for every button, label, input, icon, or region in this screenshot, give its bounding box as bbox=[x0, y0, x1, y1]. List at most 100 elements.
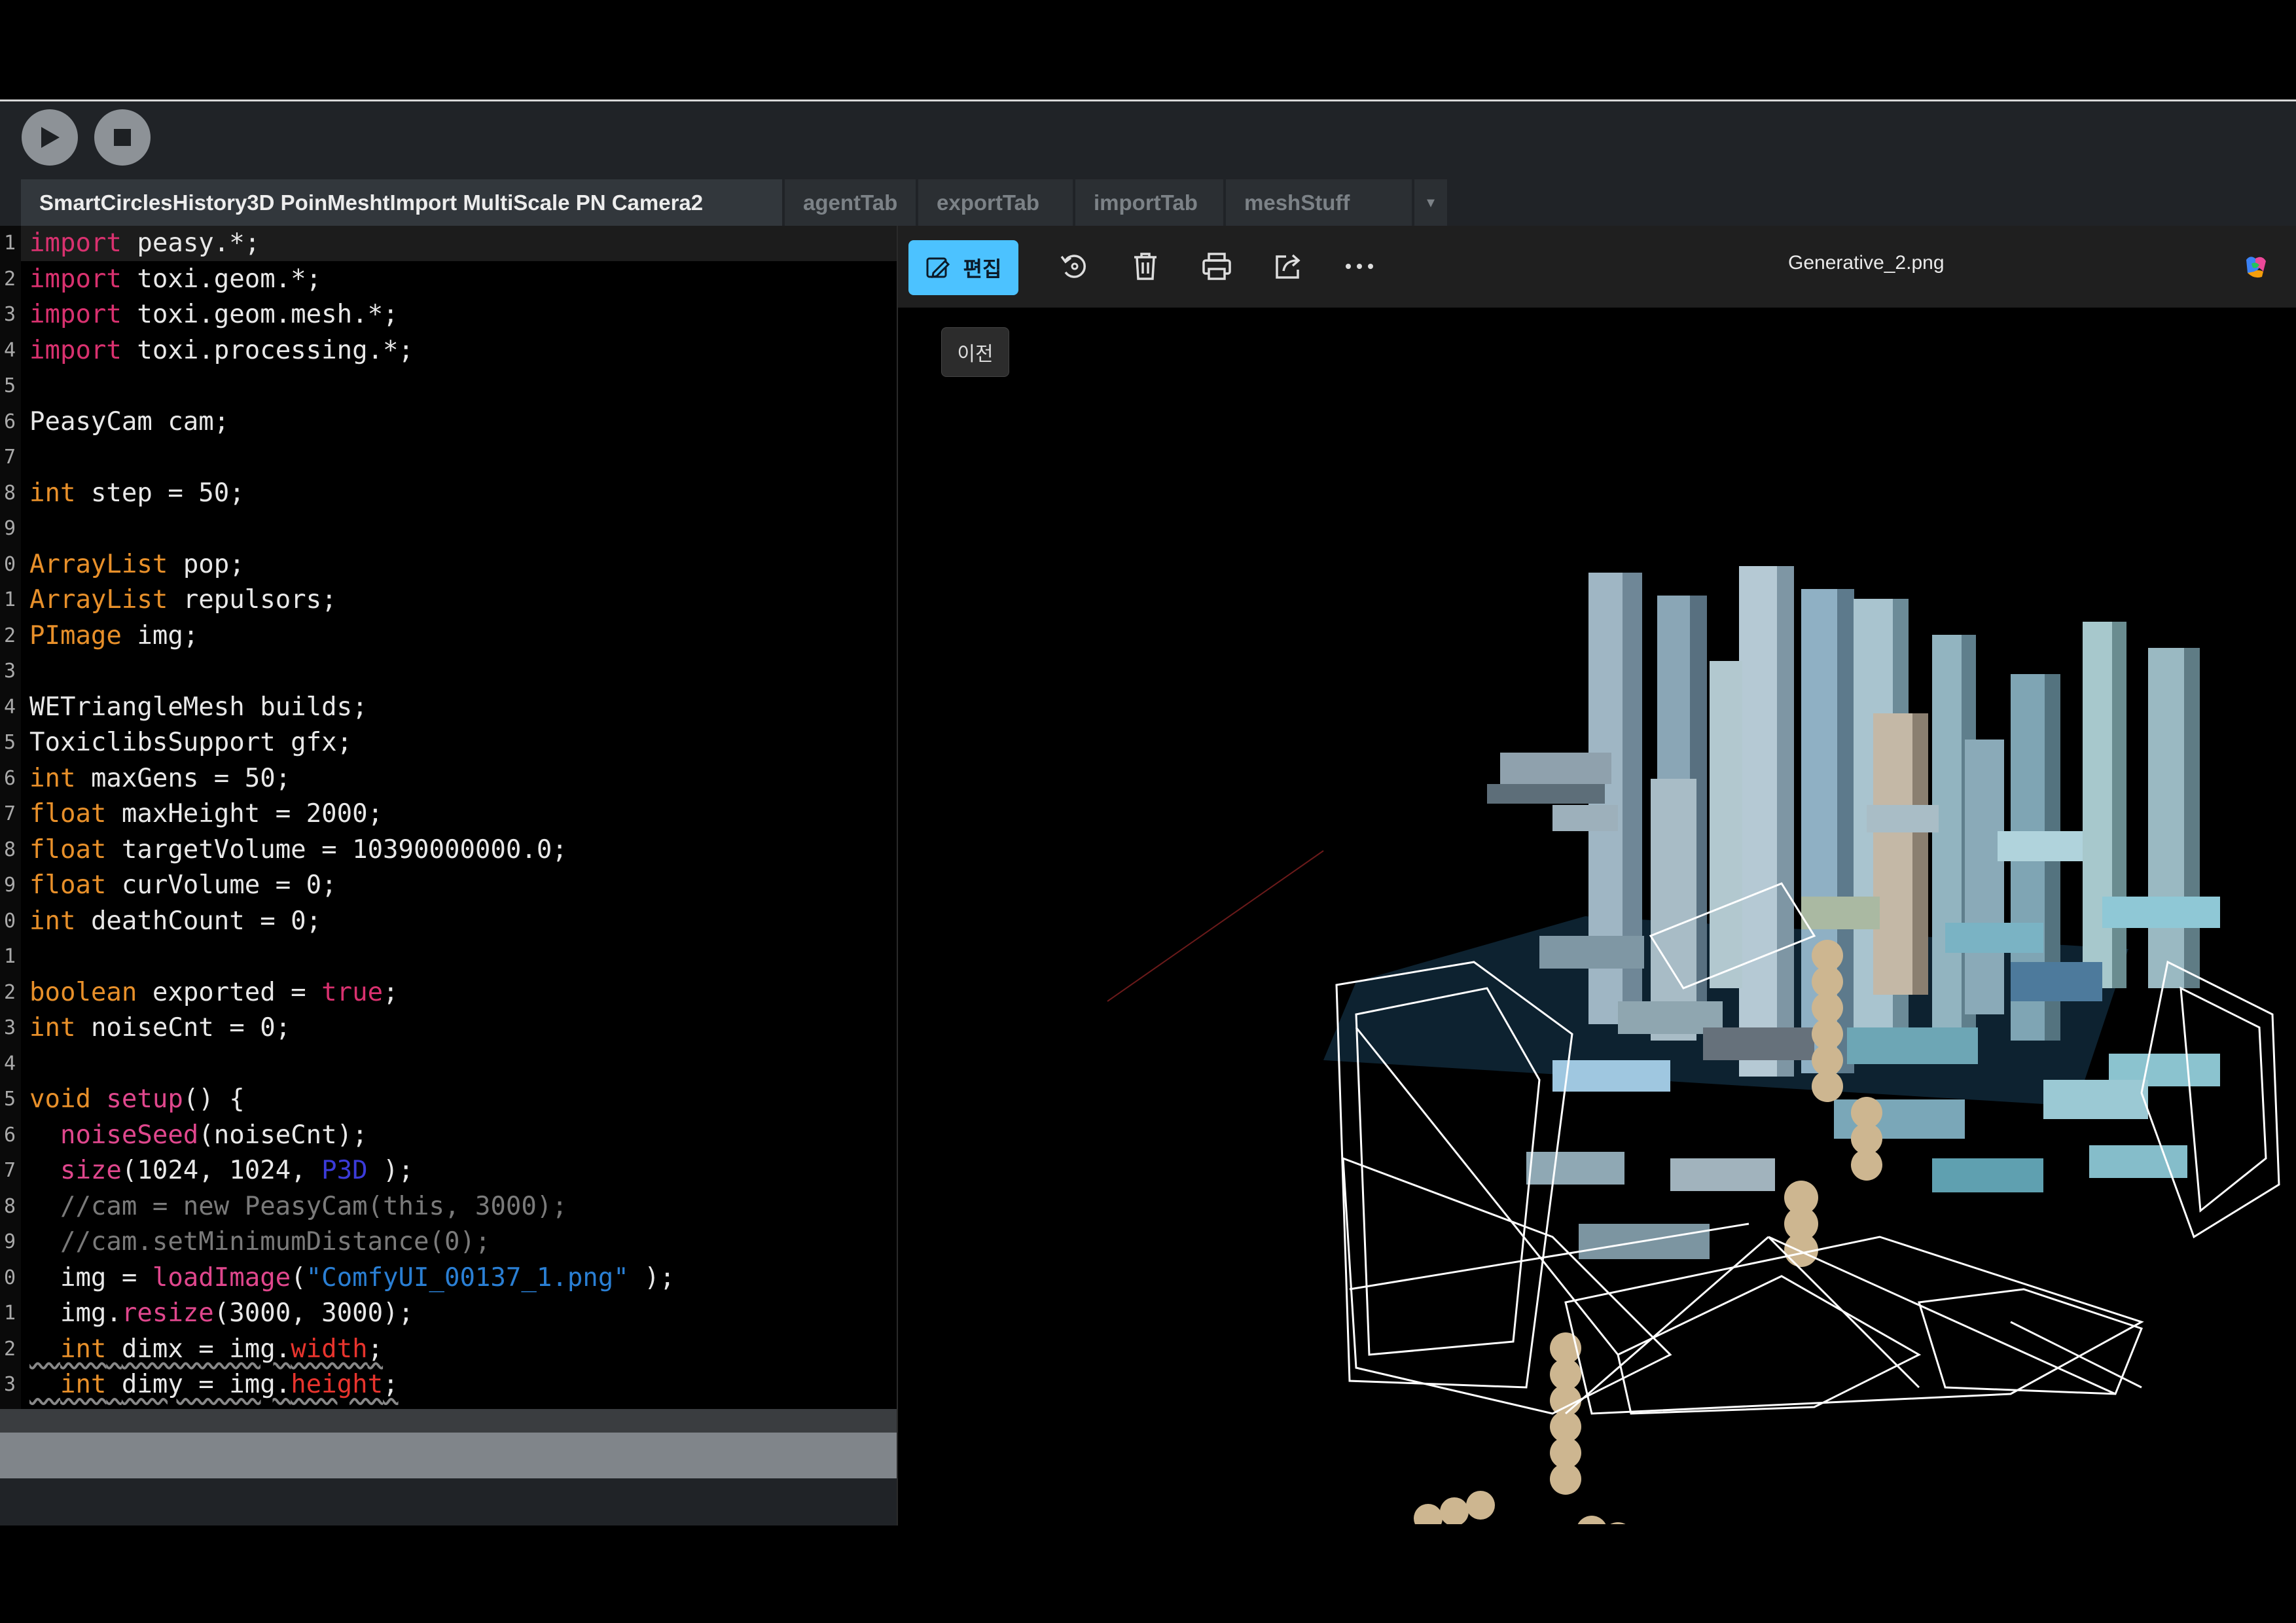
code-text: int step = 50; bbox=[29, 478, 245, 508]
share-button[interactable] bbox=[1271, 249, 1305, 283]
line-number: 6 bbox=[3, 1123, 16, 1147]
line-number: 8 bbox=[3, 1194, 16, 1218]
code-text: ArrayList repulsors; bbox=[29, 585, 337, 615]
line-number: 0 bbox=[3, 552, 16, 576]
code-text: int deathCount = 0; bbox=[29, 906, 322, 936]
line-number: 0 bbox=[3, 1266, 16, 1289]
line-number: 6 bbox=[3, 410, 16, 433]
line-number: 2 bbox=[3, 1337, 16, 1361]
sketch-toolbar bbox=[0, 101, 2296, 178]
code-text: //cam = new PeasyCam(this, 3000); bbox=[29, 1191, 567, 1221]
code-text: float curVolume = 0; bbox=[29, 870, 337, 900]
line-number: 5 bbox=[3, 1088, 16, 1111]
code-text: img = loadImage("ComfyUI_00137_1.png" ); bbox=[29, 1262, 675, 1293]
stop-button[interactable] bbox=[94, 109, 151, 166]
code-editor[interactable]: 1 import peasy.*; 2 import toxi.geom.*; 3 imp… bbox=[0, 226, 897, 1409]
line-number: 2 bbox=[3, 980, 16, 1004]
line-number: 3 bbox=[3, 1016, 16, 1039]
chevron-down-icon: ▾ bbox=[1426, 194, 1435, 211]
line-number: 3 bbox=[3, 1373, 16, 1396]
tab-label: importTab bbox=[1094, 190, 1198, 215]
print-button[interactable] bbox=[1200, 249, 1234, 283]
code-text: ArrayList pop; bbox=[29, 549, 245, 579]
line-number: 3 bbox=[3, 303, 16, 326]
line-number: 4 bbox=[3, 1052, 16, 1075]
code-text: int maxGens = 50; bbox=[29, 763, 291, 793]
tab-meshStuff[interactable]: meshStuff bbox=[1226, 179, 1412, 226]
code-text: ToxiclibsSupport gfx; bbox=[29, 728, 353, 757]
tab-label: agentTab bbox=[803, 190, 898, 215]
rotate-icon bbox=[1060, 255, 1086, 278]
line-number: 9 bbox=[3, 517, 16, 540]
edit-label: 편집 bbox=[963, 257, 1002, 281]
rotate-button[interactable] bbox=[1057, 249, 1091, 283]
line-number: 7 bbox=[3, 1159, 16, 1182]
tab-importTab[interactable]: importTab bbox=[1075, 179, 1223, 226]
code-text: size(1024, 1024, P3D ); bbox=[60, 1156, 414, 1185]
tab-label: meshStuff bbox=[1244, 190, 1350, 215]
more-options-button[interactable] bbox=[1342, 249, 1376, 283]
code-text: WETriangleMesh builds; bbox=[29, 692, 368, 722]
line-number: 8 bbox=[3, 481, 16, 505]
code-text: float maxHeight = 2000; bbox=[29, 799, 384, 829]
tabs-overflow-button[interactable]: ▾ bbox=[1414, 179, 1447, 226]
console-divider[interactable] bbox=[0, 1433, 897, 1478]
more-icon bbox=[1346, 264, 1373, 269]
code-text: import toxi.geom.mesh.*; bbox=[29, 300, 399, 329]
line-number: 0 bbox=[3, 909, 16, 933]
code-text: int noiseCnt = 0; bbox=[29, 1013, 291, 1043]
line-number: 1 bbox=[3, 1302, 16, 1325]
delete-button[interactable] bbox=[1128, 249, 1162, 283]
code-text: int dimx = img.width; bbox=[60, 1334, 384, 1364]
line-number: 9 bbox=[3, 874, 16, 897]
line-number: 2 bbox=[3, 267, 16, 291]
print-icon bbox=[1202, 253, 1231, 280]
code-text: boolean exported = true; bbox=[29, 977, 399, 1007]
code-text: import toxi.geom.*; bbox=[29, 264, 322, 294]
photo-viewer: 편집 Generative_2.png 이전 bbox=[897, 226, 2296, 1525]
tab-agentTab[interactable]: agentTab bbox=[785, 179, 916, 226]
code-text: noiseSeed(noiseCnt); bbox=[60, 1120, 368, 1150]
line-number: 3 bbox=[3, 660, 16, 683]
line-number: 8 bbox=[3, 838, 16, 861]
code-text: import toxi.processing.*; bbox=[29, 335, 414, 365]
line-number: 2 bbox=[3, 624, 16, 647]
tab-label: SmartCirclesHistory3D PoinMeshtImport Mu… bbox=[39, 190, 704, 215]
stop-icon bbox=[114, 129, 131, 146]
tab-label: exportTab bbox=[937, 190, 1040, 215]
line-number: 9 bbox=[3, 1230, 16, 1253]
edit-image-button[interactable]: 편집 bbox=[908, 240, 1018, 295]
delete-icon bbox=[1134, 253, 1157, 280]
line-number: 7 bbox=[3, 802, 16, 825]
copilot-icon bbox=[2246, 257, 2266, 278]
line-number: 1 bbox=[3, 945, 16, 968]
line-number: 7 bbox=[3, 446, 16, 469]
axis-line bbox=[1107, 850, 1324, 1002]
code-text: void setup() { bbox=[29, 1084, 245, 1114]
line-number: 5 bbox=[3, 731, 16, 754]
code-text: PImage img; bbox=[29, 620, 199, 651]
viewer-toolbar: 편집 Generative_2.png bbox=[898, 226, 2296, 308]
line-number: 1 bbox=[3, 588, 16, 611]
code-text: import peasy.*; bbox=[29, 228, 260, 258]
line-number: 6 bbox=[3, 766, 16, 790]
code-text: //cam.setMinimumDistance(0); bbox=[29, 1227, 491, 1257]
line-number: 4 bbox=[3, 695, 16, 719]
line-number: 5 bbox=[3, 374, 16, 397]
play-icon bbox=[41, 127, 60, 148]
console-area bbox=[0, 1478, 897, 1525]
tab-strip: SmartCirclesHistory3D PoinMeshtImport Mu… bbox=[0, 178, 2296, 226]
editor-horizontal-scrollbar[interactable] bbox=[0, 1409, 897, 1433]
edit-image-icon bbox=[926, 257, 950, 278]
tab-main-sketch[interactable]: SmartCirclesHistory3D PoinMeshtImport Mu… bbox=[21, 179, 782, 226]
tab-exportTab[interactable]: exportTab bbox=[918, 179, 1073, 226]
line-number: 1 bbox=[3, 232, 16, 255]
run-button[interactable] bbox=[22, 109, 78, 166]
code-text: int dimy = img.height; bbox=[60, 1370, 399, 1399]
code-text: PeasyCam cam; bbox=[29, 406, 230, 437]
share-icon bbox=[1276, 254, 1300, 279]
copilot-button[interactable] bbox=[2241, 253, 2270, 282]
generative-3d-image bbox=[1107, 566, 2280, 1524]
line-number: 4 bbox=[3, 338, 16, 362]
code-text: float targetVolume = 10390000000.0; bbox=[29, 834, 567, 865]
